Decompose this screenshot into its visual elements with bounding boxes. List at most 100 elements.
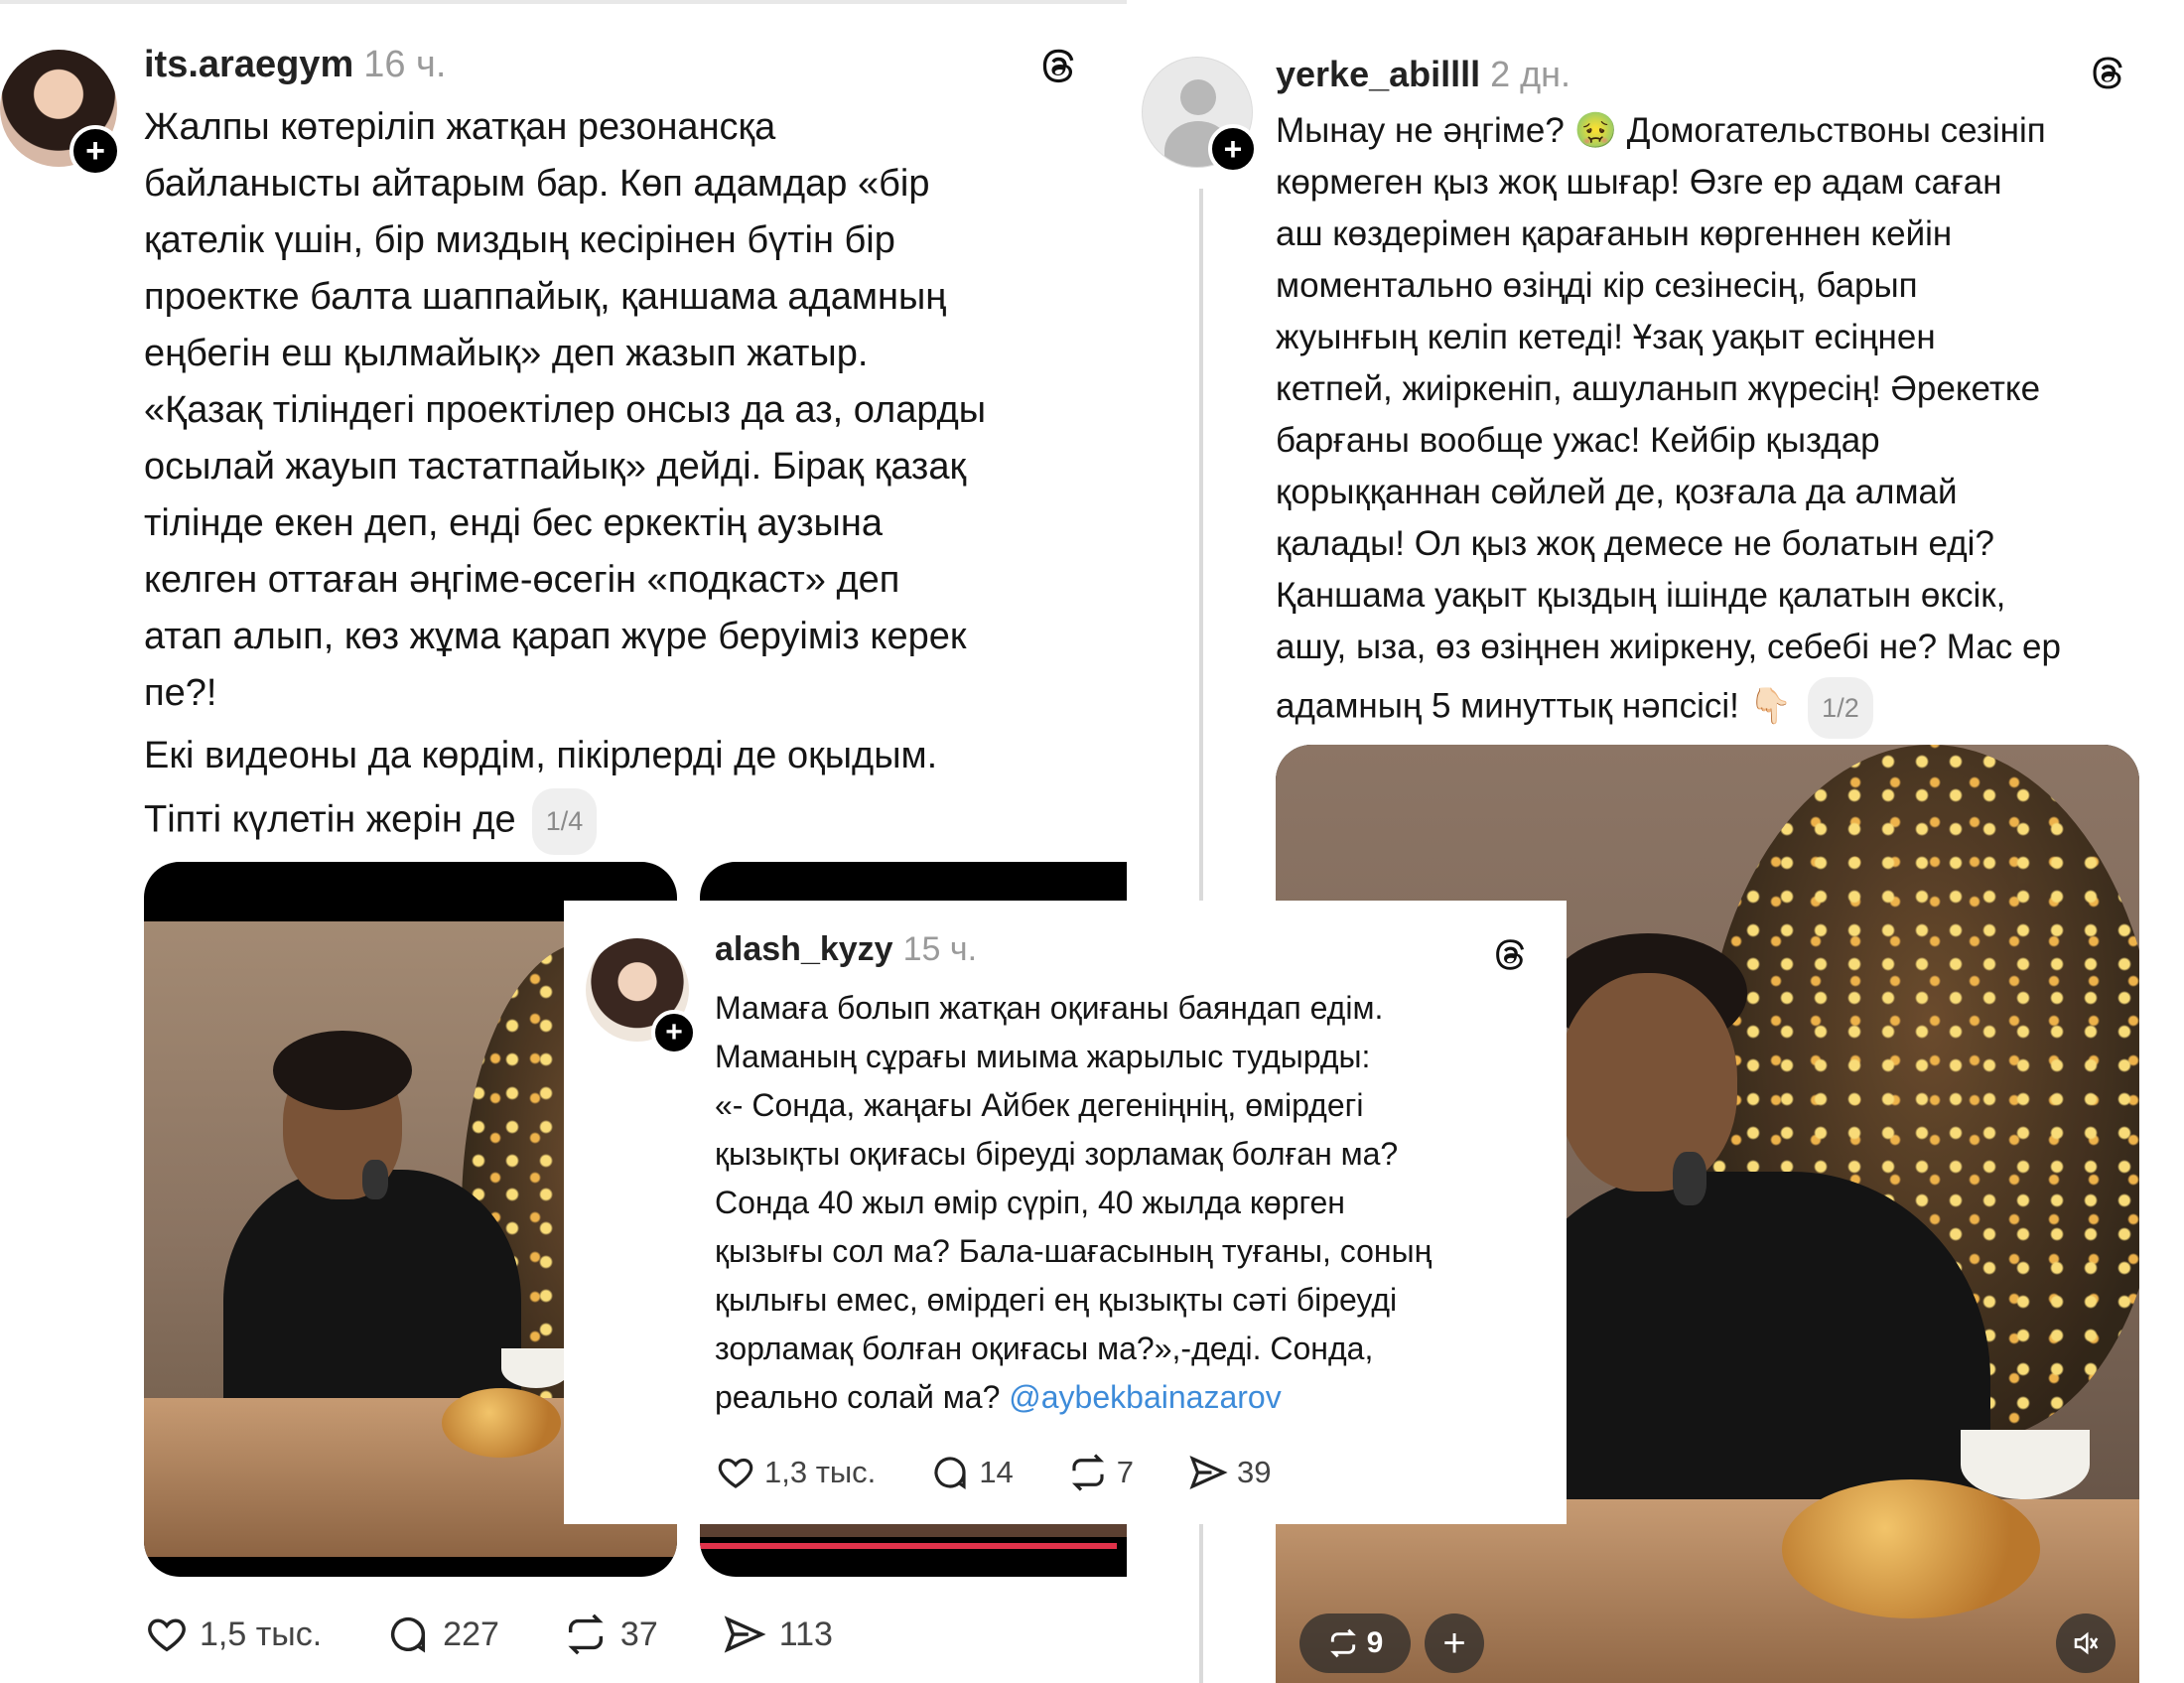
food-image [442,1388,561,1458]
send-icon [724,1615,766,1653]
text-line: «- Сонда, жаңағы Айбек дегеніңнің, өмірд… [715,1087,1364,1123]
page-counter: 1/4 [531,788,598,855]
like-count: 1,5 тыс. [200,1614,323,1653]
media-add-button[interactable]: + [1425,1613,1484,1673]
text-line: адамның 5 минуттық нәпсісі! 👇🏻 1/2 [1276,677,2179,739]
text-line: Маманың сұрағы миыма жарылыс тудырды: [715,1039,1371,1074]
comment-button[interactable]: 227 [385,1612,499,1657]
threads-logo-icon[interactable] [1489,934,1531,976]
media-repost-pill[interactable]: 9 [1299,1613,1411,1673]
text-line: қызығы сол ма? Бала-шағасының туғаны, со… [715,1233,1433,1269]
post-header: yerke_abillll 2 дн. [1276,54,1570,95]
text-line: аш көздерімен қарағанын көргеннен кейін [1276,214,1953,253]
comment-icon [934,1457,966,1489]
top-divider [0,0,1127,4]
text-line: моментально өзіңді кір сезінесің, барып [1276,266,1918,305]
text-line: реально солай ма? @aybekbainazarov [715,1373,1559,1422]
text-line: еңбегін еш қылмайық» деп жазып жатыр. [144,333,869,374]
post-time: 15 ч. [902,930,978,968]
text-last-line: реально солай ма? [715,1379,1001,1415]
heart-icon [148,1618,186,1652]
text-line: осылай жауып тастатпайық» дейді. Бірақ қ… [144,446,967,488]
comment-icon [391,1616,426,1653]
text-line: қателік үшін, бір миздың кесірінен бүтін… [144,219,895,261]
text-line: Қаншама уақыт қыздың ішінде қалатын өксі… [1276,576,2006,615]
text-last-line: адамның 5 минуттық нәпсісі! 👇🏻 [1276,686,1793,726]
threads-logo-icon[interactable] [2086,52,2129,95]
text-line: Жалпы көтеріліп жатқан резонансқа [144,106,776,148]
text-line: проектке балта шаппайық, қаншама адамның [144,276,947,318]
text-line: барғаны вообще ужас! Кейбір қыздар [1276,421,1880,460]
like-button[interactable]: 1,5 тыс. [144,1612,322,1657]
text-line: келген оттаған әңгіме-өсегін «подкаст» д… [144,559,900,601]
share-button[interactable]: 39 [1187,1452,1272,1493]
text-line: Тіпті күлетін жерін де 1/4 [144,788,1117,855]
text-line: Мамаға болып жатқан оқиғаны баяндап едім… [715,990,1384,1026]
threads-logo-icon[interactable] [1035,44,1081,89]
bowl-image [1961,1430,2090,1499]
share-count: 39 [1237,1455,1272,1489]
share-button[interactable]: 113 [722,1612,833,1657]
repost-button[interactable]: 7 [1067,1452,1134,1493]
post-time: 2 дн. [1490,54,1571,94]
like-button[interactable]: 1,3 тыс. [715,1452,876,1493]
text-line: Сонда 40 жыл өмір сүріп, 40 жылда көрген [715,1185,1345,1220]
person-hair [273,1031,412,1110]
text-line: қорыққаннан сөйлей де, қозғала да алмай [1276,473,1958,511]
text-line: тілінде екен деп, енді бес еркектің аузы… [144,502,883,544]
video-progress-bar [700,1543,1117,1549]
avatar-overlay[interactable]: + [586,938,697,1055]
person-head [1559,973,1737,1192]
post-text: Мамаға болып жатқан оқиғаны баяндап едім… [715,984,1559,1422]
share-count: 113 [778,1614,833,1653]
text-line: Мынау не әңгіме? 🤢 Домогательствоны сезі… [1276,111,2046,150]
microphone-image [362,1160,388,1199]
bowl-image [501,1348,571,1388]
avatar-right[interactable]: + [1142,57,1261,176]
follow-plus-icon[interactable]: + [1208,124,1258,174]
send-icon [1189,1456,1228,1489]
post-header: its.araegym 16 ч. [144,44,446,86]
mention-link[interactable]: @aybekbainazarov [1009,1379,1281,1415]
text-line: Екі видеоны да көрдім, пікірлерді де оқы… [144,735,938,776]
post-time: 16 ч. [363,44,447,85]
microphone-image [1673,1152,1706,1205]
text-line: қызықты оқиғасы біреуді зорламақ болған … [715,1136,1399,1172]
comment-count: 14 [979,1455,1014,1489]
repost-icon [1071,1454,1104,1491]
follow-plus-icon[interactable]: + [69,125,121,177]
text-line: байланысты айтарым бар. Көп адамдар «бір [144,163,930,205]
post-text: Жалпы көтеріліп жатқан резонансқа байлан… [144,99,1117,855]
text-last-line: Тіпті күлетін жерін де [144,798,516,841]
repost-count: 7 [1116,1455,1135,1489]
comment-button[interactable]: 14 [929,1452,1014,1493]
text-line: пе?! [144,672,217,714]
food-image [1782,1479,2040,1618]
username[interactable]: yerke_abillll [1276,54,1480,94]
repost-icon [1329,1628,1356,1658]
text-line: қалады! Ол қыз жоқ демесе не болатын еді… [1276,524,1994,563]
media-repost-count: 9 [1366,1626,1384,1659]
avatar-left[interactable]: + [0,50,121,177]
username[interactable]: its.araegym [144,44,353,85]
page-counter: 1/2 [1808,677,1873,739]
repost-count: 37 [619,1614,658,1653]
text-line: «Қазақ тіліндегі проектілер онсыз да аз,… [144,389,987,431]
follow-plus-icon[interactable]: + [651,1010,697,1055]
text-line: атап алып, көз жұма қарап жүре беруіміз … [144,616,967,657]
like-count: 1,3 тыс. [764,1455,877,1489]
heart-icon [718,1458,753,1488]
comment-count: 227 [443,1614,499,1653]
text-line: қылығы емес, өмірдегі ең қызықты сәті бі… [715,1282,1398,1318]
post-actions: 1,3 тыс. 14 7 39 [715,1452,1272,1493]
post-header: alash_kyzy 15 ч. [715,930,977,969]
username[interactable]: alash_kyzy [715,930,893,968]
repost-button[interactable]: 37 [563,1612,658,1657]
text-line: жуынғың келіп кетеді! Ұзақ уақыт есіңнен [1276,318,1936,356]
mute-icon[interactable] [2056,1613,2116,1673]
text-line: зорламақ болған оқиғасы ма?»,-деді. Сонд… [715,1331,1374,1366]
repost-icon [568,1613,604,1655]
text-line: кетпей, жиіркеніп, ашуланып жүресің! Әре… [1276,369,2041,408]
text-line: көрмеген қыз жоқ шығар! Өзге ер адам сағ… [1276,163,2002,202]
post-overlay: + alash_kyzy 15 ч. Мамаға болып жатқан оқ… [564,901,1567,1524]
